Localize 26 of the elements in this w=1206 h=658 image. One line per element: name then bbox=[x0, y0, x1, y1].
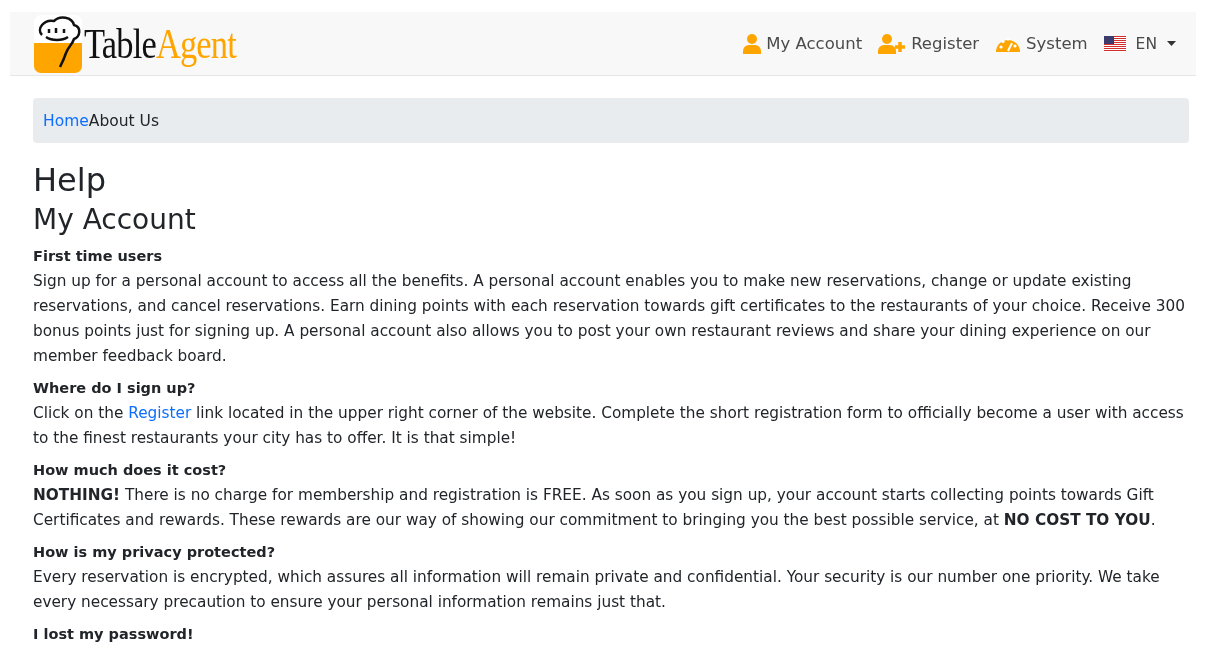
nav-link-label: System bbox=[1026, 34, 1088, 53]
register-link[interactable]: Register bbox=[128, 404, 192, 422]
faq-question: I lost my password! bbox=[33, 625, 195, 644]
faq-answer: Click on the Register link located in the upper right corner of the website. Complete the short registration form to officially become a user with access to the finest restaurants your city has to offer. It is that simple! bbox=[33, 403, 1185, 449]
faq-question: First time users bbox=[33, 247, 164, 266]
nav-link[interactable]: System bbox=[995, 33, 1088, 54]
nav-link[interactable]: My Account bbox=[743, 33, 863, 54]
current-page-label: About Us bbox=[88, 111, 159, 130]
page-title: Help bbox=[33, 161, 107, 200]
faq-answer: Every reservation is encrypted, which assures all information will remain private and confidential. Your security is our number one priority. We take every necessary precaution to ensure your personal information remains just that. bbox=[33, 567, 1161, 613]
language-dropdown[interactable]: EN bbox=[1103, 34, 1182, 53]
faq-answer: NOTHING! There is no charge for membership and registration is FREE. As soon as you sign up, your account starts collecting points towards Gift Certificates and rewards. These rewards are our way of showing our commitment to bringing you the best possible service, at NO COST TO YOU. bbox=[33, 485, 1157, 531]
user-icon bbox=[743, 33, 762, 54]
faq-question: How is my privacy protected? bbox=[33, 543, 277, 562]
nav-link-label: Register bbox=[911, 34, 980, 53]
user-plus-icon bbox=[878, 33, 907, 54]
us-flag-icon bbox=[1103, 35, 1126, 52]
faq-question: Where do I sign up? bbox=[33, 379, 197, 398]
nav-link[interactable]: Register bbox=[878, 33, 980, 54]
breadcrumb-link[interactable]: Home bbox=[43, 111, 89, 130]
caret-icon bbox=[1167, 41, 1176, 46]
section-heading: My Account bbox=[33, 203, 197, 237]
nav-link-label: My Account bbox=[766, 34, 863, 53]
faq-answer: Sign up for a personal account to access all the benefits. A personal account enables you to make new reservations, change or update existing reservations, and cancel reservations. Earn dining points with each reservation towards gift certificates to the restaurants of your choice. Receive 300 bonus points just for signing up. A personal account also allows you to post your own restaurant reviews and share your dining experience on our member feedback board. bbox=[33, 271, 1186, 367]
brand-logo-text[interactable]: TableAgent bbox=[84, 19, 236, 68]
faq-question: How much does it cost? bbox=[33, 461, 228, 480]
